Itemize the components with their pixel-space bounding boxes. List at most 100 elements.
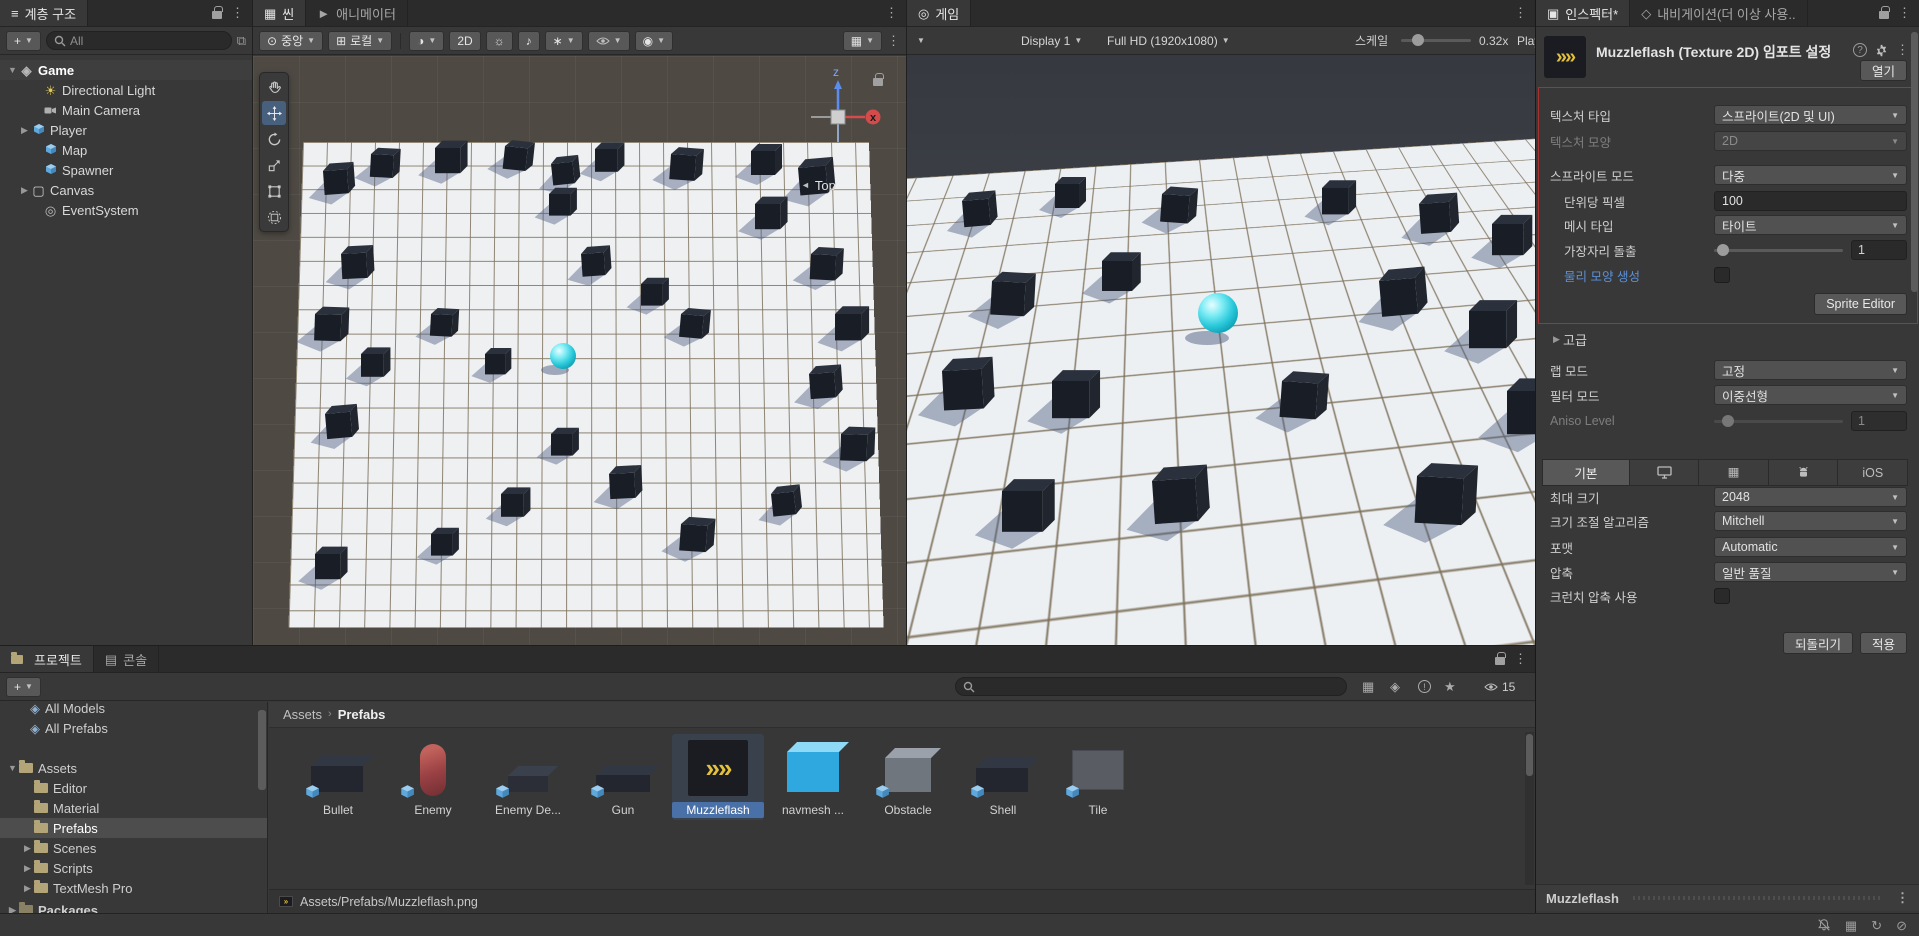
space-mode-dropdown[interactable]: ⊞ 로컬 ▼: [328, 30, 393, 51]
panel-menu-icon[interactable]: ⋮: [231, 5, 244, 21]
tab-game[interactable]: ◎ 게임: [907, 0, 972, 26]
asset-item[interactable]: Bullet: [292, 734, 384, 820]
apply-button[interactable]: 적용: [1859, 632, 1907, 654]
expand-arrow-icon[interactable]: ▶: [21, 843, 34, 854]
extrude-edges-slider[interactable]: [1714, 243, 1843, 256]
platform-tab-android[interactable]: [1768, 459, 1839, 486]
scene-lighting-toggle[interactable]: ☼: [485, 30, 513, 51]
extrude-edges-field[interactable]: 1: [1851, 240, 1907, 260]
grid-scrollbar[interactable]: [1525, 732, 1534, 885]
saved-search-item[interactable]: ◈ All Models: [0, 702, 267, 718]
asset-item[interactable]: Shell: [957, 734, 1049, 820]
scale-slider[interactable]: [1401, 34, 1471, 46]
saved-search-item[interactable]: ◈ All Prefabs: [0, 718, 267, 738]
tab-animator[interactable]: ► 애니메이터: [306, 0, 408, 26]
expand-arrow-icon[interactable]: ▼: [6, 65, 19, 75]
filter-mode-dropdown[interactable]: 이중선형 ▼: [1714, 385, 1907, 405]
folder-row[interactable]: ▶ Scripts: [0, 858, 267, 878]
inspector-scrollbar[interactable]: [1911, 28, 1918, 883]
toolbar-overflow-icon[interactable]: ⋮: [887, 33, 900, 49]
expand-arrow-icon[interactable]: ▶: [6, 905, 19, 914]
packages-root-row[interactable]: ▶ Packages: [0, 900, 267, 913]
scene-root-row[interactable]: ▼ ◈ Game: [0, 60, 252, 80]
create-asset-button[interactable]: + ▼: [6, 676, 41, 697]
breadcrumb-root[interactable]: Assets: [283, 707, 322, 722]
extrude-edges-knob[interactable]: [1716, 243, 1729, 256]
hierarchy-item[interactable]: Map: [0, 140, 252, 160]
tab-navigation[interactable]: ◇ 내비게이션(더 이상 사용..: [1630, 0, 1808, 26]
scene-audio-toggle[interactable]: ♪: [517, 30, 540, 51]
tab-scene[interactable]: ▦ 씬: [253, 0, 307, 26]
help-icon[interactable]: ?: [1853, 43, 1867, 57]
header-menu-icon[interactable]: ⋮: [1896, 42, 1909, 58]
lock-icon[interactable]: [212, 6, 223, 19]
platform-tab-standalone[interactable]: [1629, 459, 1700, 486]
gizmo-lock-icon[interactable]: [873, 73, 884, 86]
no-entry-icon[interactable]: ⊘: [1896, 919, 1907, 932]
preview-menu-icon[interactable]: ⋮: [1896, 890, 1909, 906]
asset-item-selected[interactable]: »» Muzzleflash: [672, 734, 764, 820]
layout-grid-icon[interactable]: ▦: [1845, 919, 1857, 932]
tab-hierarchy[interactable]: ≡ 계층 구조: [0, 0, 89, 26]
grid-settings-dropdown[interactable]: ▦ ▼: [842, 30, 882, 51]
wrap-mode-dropdown[interactable]: 고정 ▼: [1714, 360, 1907, 380]
folder-row[interactable]: ▶ Scenes: [0, 838, 267, 858]
gear-icon[interactable]: [1875, 44, 1888, 57]
expand-arrow-icon[interactable]: ▼: [6, 763, 19, 773]
mesh-type-dropdown[interactable]: 타이트 ▼: [1714, 215, 1907, 235]
save-search-star-icon[interactable]: ★: [1444, 680, 1456, 693]
mute-notifications-icon[interactable]: [1817, 918, 1831, 932]
lock-icon[interactable]: [1495, 652, 1506, 665]
transform-tool-button[interactable]: [262, 205, 286, 229]
search-help-icon[interactable]: !: [1418, 680, 1431, 693]
play-focused-dropdown[interactable]: Play F: [1517, 34, 1535, 48]
preview-resize-handle[interactable]: [1632, 896, 1882, 900]
rotate-tool-button[interactable]: [262, 127, 286, 151]
platform-tab-default[interactable]: 기본: [1542, 459, 1630, 486]
hidden-packages-counter[interactable]: 15: [1484, 680, 1515, 694]
advanced-foldout[interactable]: ▶ 고급: [1536, 328, 1919, 350]
assets-root-row[interactable]: ▼ Assets: [0, 758, 267, 778]
tab-inspector[interactable]: ▣ 인스펙터*: [1536, 0, 1631, 26]
move-tool-button[interactable]: [262, 101, 286, 125]
asset-item[interactable]: Enemy De...: [482, 734, 574, 820]
pixels-per-unit-field[interactable]: 100: [1714, 191, 1907, 211]
resize-algorithm-dropdown[interactable]: Mitchell ▼: [1714, 511, 1907, 531]
refresh-icon[interactable]: ↻: [1871, 919, 1882, 932]
tree-scrollbar[interactable]: [258, 702, 266, 913]
folder-row[interactable]: Editor: [0, 778, 267, 798]
search-by-type-icon[interactable]: ▦: [1362, 680, 1374, 693]
open-asset-button[interactable]: 열기: [1859, 60, 1907, 81]
format-dropdown[interactable]: Automatic ▼: [1714, 537, 1907, 557]
generate-physics-shape-checkbox[interactable]: [1714, 267, 1730, 283]
search-filter-icon[interactable]: ⧉: [237, 34, 246, 47]
hierarchy-item[interactable]: ▶ ▢ Canvas: [0, 180, 252, 200]
use-crunch-checkbox[interactable]: [1714, 588, 1730, 604]
panel-menu-icon[interactable]: ⋮: [885, 5, 898, 21]
2d-toggle[interactable]: 2D: [449, 30, 481, 51]
project-search-input[interactable]: [955, 677, 1347, 696]
tab-project[interactable]: 프로젝트: [0, 646, 94, 672]
rect-tool-button[interactable]: [262, 179, 286, 203]
asset-item[interactable]: Enemy: [387, 734, 479, 820]
tab-console[interactable]: ▤ 콘솔: [94, 646, 160, 672]
shading-mode-dropdown[interactable]: ◑ ▼: [409, 30, 445, 51]
pivot-mode-dropdown[interactable]: ⊙ 중앙 ▼: [259, 30, 324, 51]
compression-dropdown[interactable]: 일반 품질 ▼: [1714, 562, 1907, 582]
hierarchy-item[interactable]: ▶ Player: [0, 120, 252, 140]
breadcrumb-current[interactable]: Prefabs: [338, 707, 386, 722]
hierarchy-item[interactable]: Spawner: [0, 160, 252, 180]
hand-tool-button[interactable]: [262, 75, 286, 99]
gizmo-view-label[interactable]: ◄ Top: [801, 178, 836, 193]
panel-menu-icon[interactable]: ⋮: [1514, 651, 1527, 667]
expand-arrow-icon[interactable]: ▶: [21, 863, 34, 874]
revert-button[interactable]: 되돌리기: [1782, 632, 1853, 654]
preview-header[interactable]: Muzzleflash ⋮: [1536, 884, 1919, 911]
sprite-mode-dropdown[interactable]: 다중 ▼: [1714, 165, 1907, 185]
max-size-dropdown[interactable]: 2048 ▼: [1714, 487, 1907, 507]
camera-settings-dropdown[interactable]: ◉ ▼: [634, 30, 673, 51]
asset-item[interactable]: Gun: [577, 734, 669, 820]
folder-row[interactable]: Material: [0, 798, 267, 818]
expand-arrow-icon[interactable]: ▶: [21, 883, 34, 894]
scene-viewport[interactable]: z x ◄ Top: [253, 56, 906, 645]
